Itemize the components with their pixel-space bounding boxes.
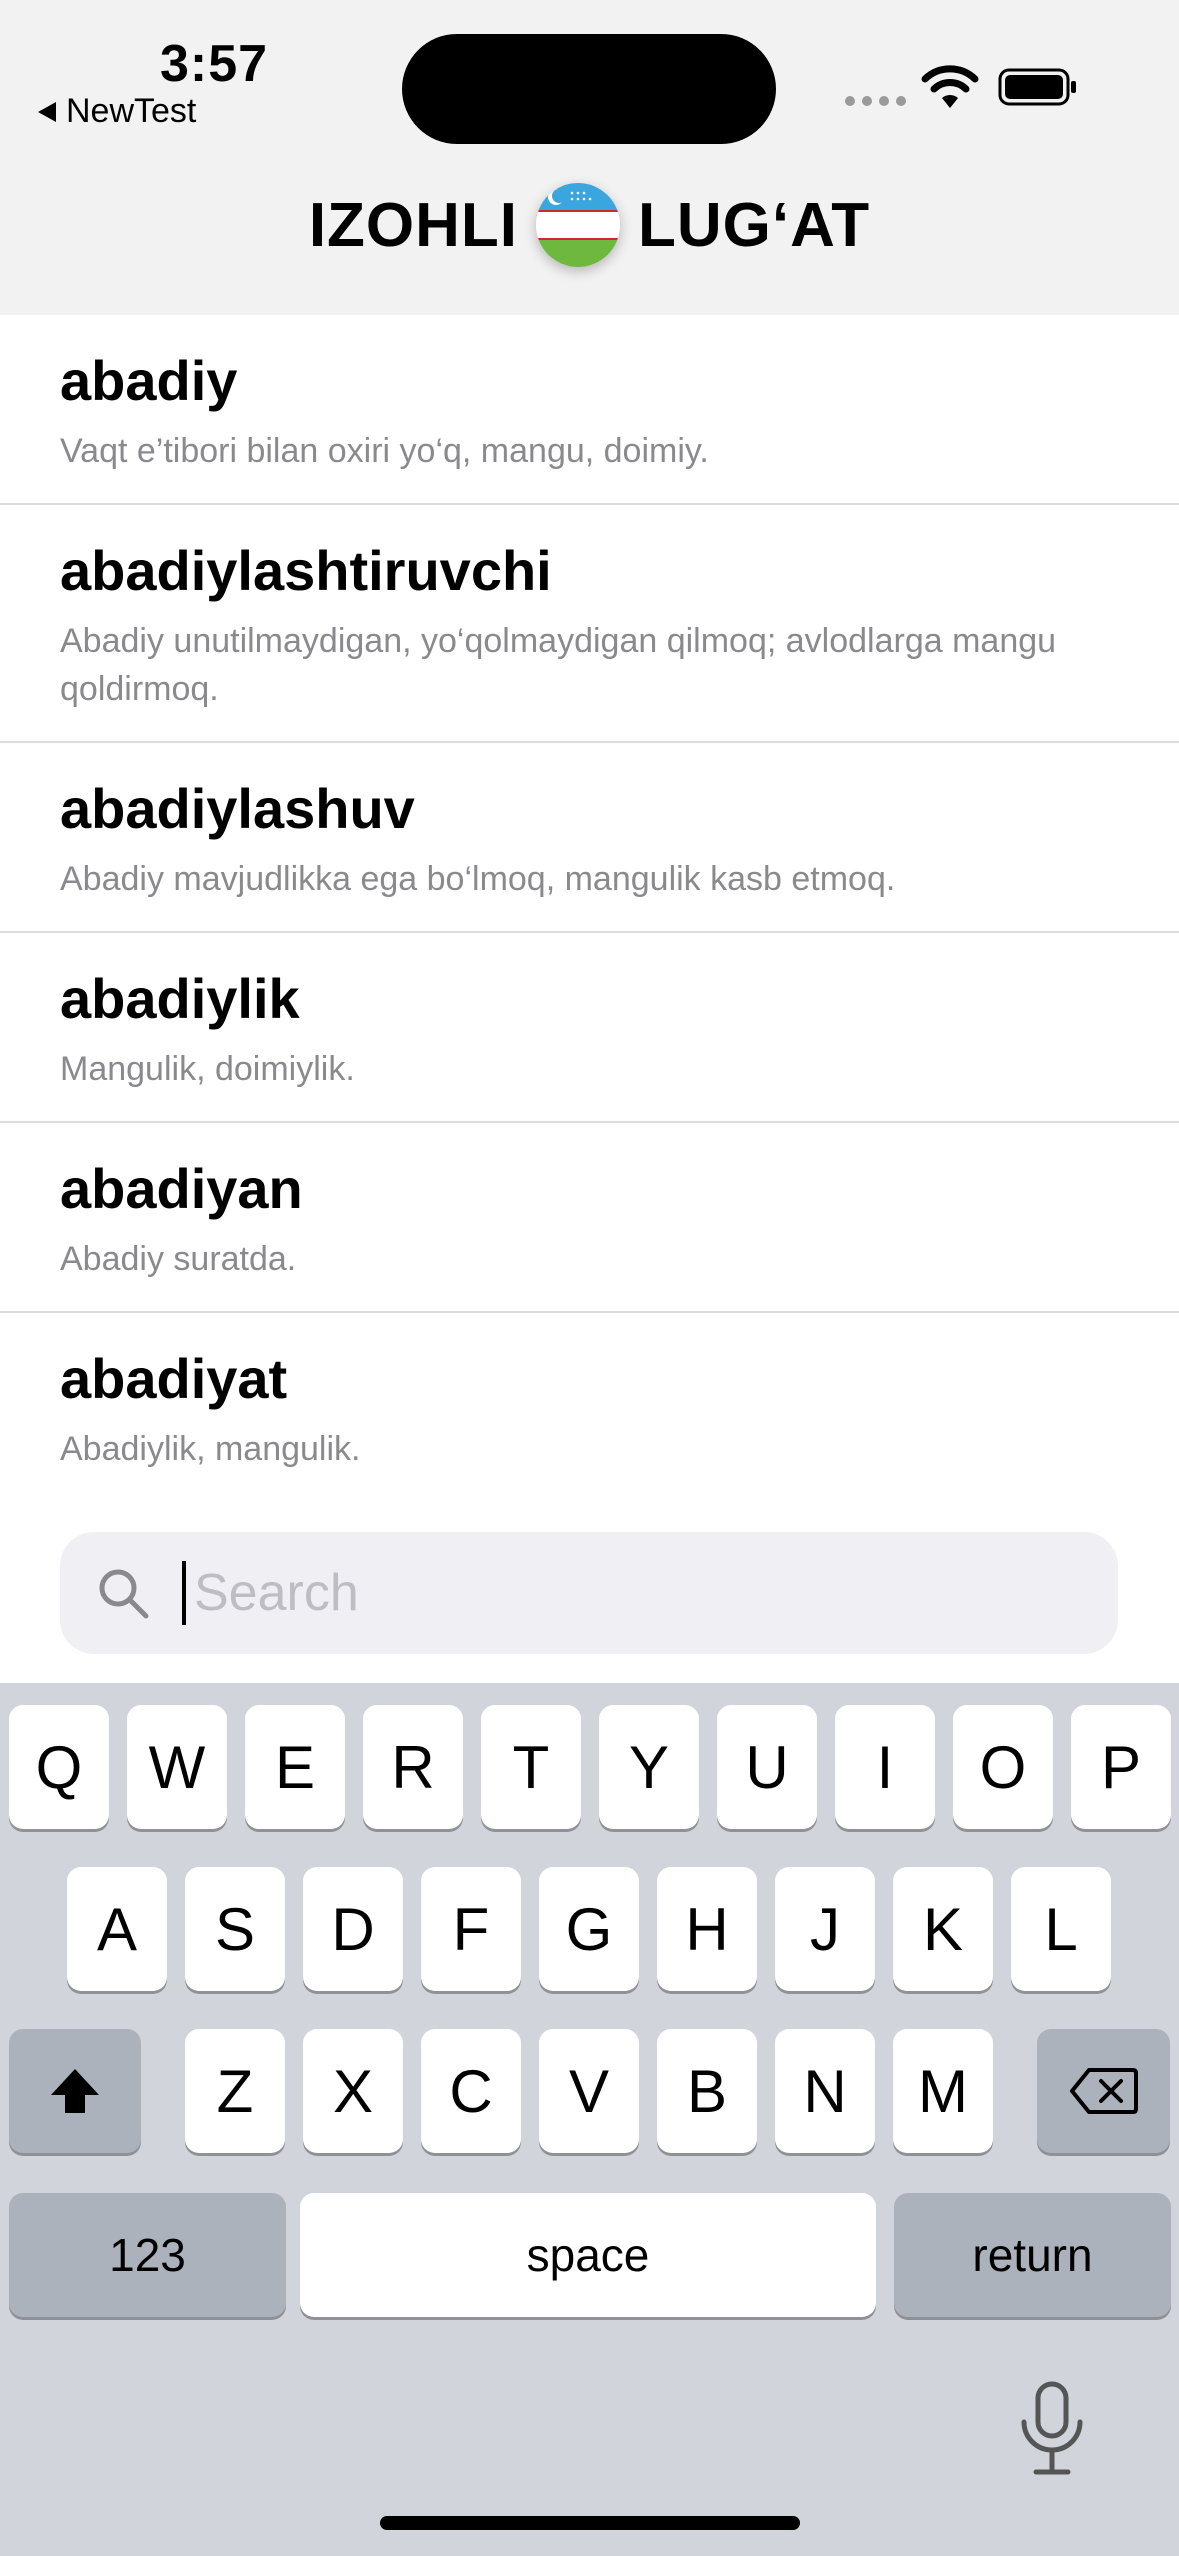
key-u[interactable]: U (717, 1705, 817, 1829)
shift-arrow-icon (51, 2069, 99, 2113)
list-item[interactable]: abadiy Vaqt e’tibori bilan oxiri yo‘q, m… (0, 315, 1179, 505)
key-p[interactable]: P (1071, 1705, 1171, 1829)
entry-word: abadiyan (60, 1157, 303, 1220)
back-arrow-icon (38, 101, 56, 122)
key-z[interactable]: Z (185, 2029, 285, 2153)
key-i[interactable]: I (835, 1705, 935, 1829)
shift-key[interactable] (9, 2029, 141, 2153)
back-app-label: NewTest (66, 92, 197, 130)
space-key[interactable]: space (300, 2193, 876, 2317)
key-v[interactable]: V (539, 2029, 639, 2153)
delete-backspace-icon (1069, 2068, 1138, 2114)
key-e[interactable]: E (245, 1705, 345, 1829)
title-left: IZOHLI (308, 190, 519, 260)
home-indicator[interactable] (380, 2516, 800, 2530)
entry-definition: Abadiy mavjudlikka ega bo‘lmoq, mangulik… (60, 860, 896, 898)
back-to-app-button[interactable]: NewTest (38, 92, 196, 131)
key-x[interactable]: X (303, 2029, 403, 2153)
keyboard: Q W E R T Y U I O P A S D F G H J K L Z … (0, 1683, 1179, 2556)
header: 3:57 NewTest IZOHLI LUG‘AT (0, 0, 1179, 315)
key-k[interactable]: K (893, 1867, 993, 1991)
key-f[interactable]: F (421, 1867, 521, 1991)
key-w[interactable]: W (127, 1705, 227, 1829)
battery-icon (998, 68, 1076, 106)
key-c[interactable]: C (421, 2029, 521, 2153)
list-item[interactable]: abadiylik Mangulik, doimiylik. (0, 933, 1179, 1123)
list-item[interactable]: abadiyan Abadiy suratda. (0, 1123, 1179, 1313)
key-a[interactable]: A (67, 1867, 167, 1991)
delete-key[interactable] (1037, 2029, 1170, 2153)
key-t[interactable]: T (481, 1705, 581, 1829)
title-right: LUG‘AT (638, 190, 871, 260)
key-y[interactable]: Y (599, 1705, 699, 1829)
microphone-icon[interactable] (1012, 2378, 1092, 2478)
key-j[interactable]: J (775, 1867, 875, 1991)
entry-definition: Mangulik, doimiylik. (60, 1050, 355, 1088)
search-input[interactable] (192, 1562, 1096, 1624)
uzbekistan-flag-icon (536, 183, 621, 267)
key-b[interactable]: B (657, 2029, 757, 2153)
key-l[interactable]: L (1011, 1867, 1111, 1991)
wifi-icon (921, 65, 979, 108)
entry-word: abadiylashuv (60, 777, 415, 840)
entry-word: abadiylik (60, 967, 300, 1030)
key-g[interactable]: G (539, 1867, 639, 1991)
key-o[interactable]: O (953, 1705, 1053, 1829)
entry-definition: Abadiylik, mangulik. (60, 1430, 361, 1468)
key-h[interactable]: H (657, 1867, 757, 1991)
entry-word: abadiyat (60, 1347, 288, 1410)
text-cursor (182, 1561, 186, 1625)
signal-dots-icon (845, 96, 906, 106)
list-item[interactable]: abadiylashtiruvchi Abadiy unutilmaydigan… (0, 505, 1179, 743)
key-r[interactable]: R (363, 1705, 463, 1829)
key-s[interactable]: S (185, 1867, 285, 1991)
entry-word: abadiy (60, 349, 238, 412)
return-key[interactable]: return (894, 2193, 1171, 2317)
key-q[interactable]: Q (9, 1705, 109, 1829)
search-icon (99, 1569, 149, 1619)
entry-word: abadiylashtiruvchi (60, 539, 552, 602)
search-bar[interactable] (60, 1532, 1118, 1654)
key-m[interactable]: M (893, 2029, 993, 2153)
word-list[interactable]: abadiy Vaqt e’tibori bilan oxiri yo‘q, m… (0, 315, 1179, 1500)
status-time: 3:57 (160, 35, 269, 93)
app-title: IZOHLI LUG‘AT (0, 180, 1179, 270)
key-n[interactable]: N (775, 2029, 875, 2153)
list-item[interactable]: abadiylashuv Abadiy mavjudlikka ega bo‘l… (0, 743, 1179, 933)
numbers-key[interactable]: 123 (9, 2193, 286, 2317)
list-item[interactable]: abadiyat Abadiylik, mangulik. (0, 1313, 1179, 1500)
dynamic-island (402, 34, 776, 144)
entry-definition: Abadiy unutilmaydigan, yo‘qolmaydigan qi… (60, 622, 1057, 708)
entry-definition: Abadiy suratda. (60, 1240, 297, 1278)
entry-definition: Vaqt e’tibori bilan oxiri yo‘q, mangu, d… (60, 432, 709, 470)
key-d[interactable]: D (303, 1867, 403, 1991)
